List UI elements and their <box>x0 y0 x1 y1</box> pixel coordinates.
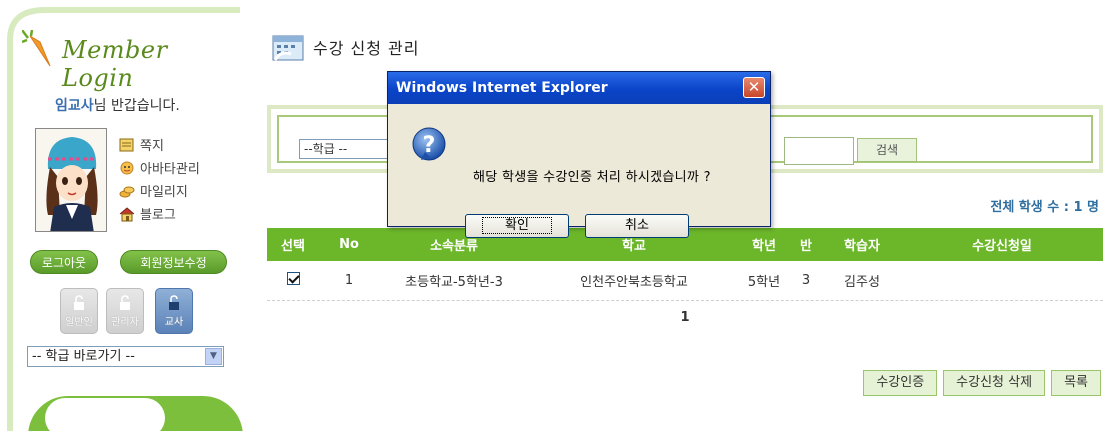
role-teacher-button[interactable]: 교사 <box>155 288 193 334</box>
menu-item-mileage[interactable]: 마일리지 <box>118 179 200 202</box>
column-header: 반 <box>800 239 812 254</box>
dialog-title-bar[interactable]: Windows Internet Explorer ✕ <box>388 72 770 104</box>
search-input[interactable] <box>784 137 854 165</box>
menu-label-mileage: 마일리지 <box>140 185 188 200</box>
column-header: 수강신청일 <box>972 239 1032 254</box>
edit-profile-button[interactable]: 회원정보수정 <box>120 250 227 274</box>
member-menu: 쪽지 아바타관리 마일리지 블로그 <box>118 133 200 225</box>
dialog-body: ? 해당 학생을 수강인증 처리 하시겠습니까 ? 확인 취소 <box>388 104 770 238</box>
row-learner: 김주성 <box>844 275 880 290</box>
page-header: 수강 신청 관리 <box>271 32 420 62</box>
avatar-icon <box>120 161 134 174</box>
avatar-image <box>36 129 106 231</box>
lock-icon <box>169 295 179 310</box>
menu-item-memo[interactable]: 쪽지 <box>118 133 200 156</box>
role-label-teacher: 교사 <box>164 317 184 328</box>
row-school: 인천주안북초등학교 <box>580 275 688 290</box>
user-name: 임교사 <box>55 98 94 114</box>
menu-label-memo: 쪽지 <box>140 139 164 154</box>
chevron-down-icon: ▼ <box>205 348 222 365</box>
column-header: No <box>339 237 359 252</box>
menu-item-blog[interactable]: 블로그 <box>118 202 200 225</box>
search-button[interactable]: 검색 <box>857 138 917 162</box>
cancel-button[interactable]: 취소 <box>585 214 689 238</box>
column-header: 학습자 <box>844 239 880 254</box>
avatar[interactable] <box>35 128 107 232</box>
home-icon <box>119 206 135 221</box>
row-class: 3 <box>801 273 811 288</box>
column-header: 선택 <box>281 239 305 254</box>
action-buttons: 수강인증 수강신청 삭제 목록 <box>863 370 1101 396</box>
table-row: 1 초등학교-5학년-3 인천주안북초등학교 5학년 3 김주성 <box>267 261 1103 301</box>
role-admin-button[interactable]: 관리자 <box>106 288 144 334</box>
menu-label-blog: 블로그 <box>140 208 176 223</box>
logo-text: Member Login <box>62 36 168 92</box>
confirm-dialog: Windows Internet Explorer ✕ ? 해당 학생을 수강인… <box>387 71 771 238</box>
logout-button[interactable]: 로그아웃 <box>30 250 98 274</box>
row-checkbox[interactable] <box>286 272 300 285</box>
svg-text:?: ? <box>423 133 436 158</box>
page-number[interactable]: 1 <box>267 310 1103 325</box>
row-category: 초등학교-5학년-3 <box>405 275 503 290</box>
role-general-button[interactable]: 일반인 <box>60 288 98 334</box>
approve-enrollment-button[interactable]: 수강인증 <box>863 370 938 396</box>
memo-icon <box>119 138 134 151</box>
greeting: 임교사님 반갑습니다. <box>55 95 180 115</box>
role-label-general: 일반인 <box>65 317 93 328</box>
dialog-title: Windows Internet Explorer <box>396 80 608 96</box>
carrot-icon <box>22 30 51 67</box>
grade-filter-value: --학급 -- <box>304 142 348 156</box>
row-grade: 5학년 <box>747 275 781 290</box>
list-button[interactable]: 목록 <box>1051 370 1101 396</box>
lock-icon <box>120 295 130 310</box>
cloud-decoration <box>45 398 165 431</box>
total-students: 전체 학생 수 : 1 명 <box>990 200 1099 215</box>
question-icon: ? <box>412 127 446 161</box>
row-select-cell <box>267 272 319 289</box>
calendar-icon <box>272 35 304 61</box>
ok-button-label: 확인 <box>482 217 552 234</box>
ok-button[interactable]: 확인 <box>465 214 569 238</box>
row-no: 1 <box>344 273 354 288</box>
menu-label-avatar: 아바타관리 <box>140 162 200 177</box>
grade-shortcut-select[interactable]: -- 학급 바로가기 -- ▼ <box>27 346 224 367</box>
greeting-text: 님 반갑습니다. <box>93 98 180 114</box>
dialog-message: 해당 학생을 수강인증 처리 하시겠습니까 ? <box>473 170 711 185</box>
grade-shortcut-value: -- 학급 바로가기 -- <box>32 349 135 364</box>
mileage-icon <box>119 186 135 197</box>
column-header: 학년 <box>752 239 776 254</box>
sidebar: Member Login 임교사님 반갑습니다. 쪽지 아바타관리 마일리지 블… <box>0 0 243 431</box>
menu-item-avatar[interactable]: 아바타관리 <box>118 156 200 179</box>
lock-icon <box>74 295 84 310</box>
member-login-logo: Member Login <box>22 26 232 92</box>
close-icon[interactable]: ✕ <box>743 77 765 98</box>
page-title: 수강 신청 관리 <box>313 39 420 58</box>
role-label-admin: 관리자 <box>111 317 139 328</box>
delete-enrollment-button[interactable]: 수강신청 삭제 <box>943 370 1046 396</box>
enrollment-table: 선택 No 소속분류 학교 학년 반 학습자 수강신청일 1 초등학교-5학년-… <box>267 228 1103 301</box>
